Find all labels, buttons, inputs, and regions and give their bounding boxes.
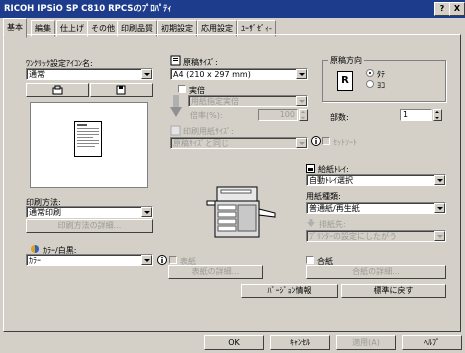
one-click-open-button[interactable] (26, 83, 89, 97)
paper-type-value: 普通紙/再生紙 (309, 204, 360, 213)
preview-area (30, 102, 148, 188)
print-paper-size-select[interactable]: 原稿ｻｲｽﾞと同じ (170, 137, 308, 149)
actual-size-select[interactable]: 用紙指定実倍 (188, 95, 308, 107)
actual-size-checkbox[interactable] (178, 85, 186, 93)
slip-sheet-detail-button[interactable]: 合紙の詳細... (306, 265, 446, 279)
one-click-value: 通常 (29, 70, 45, 79)
one-click-select[interactable]: 通常 (26, 68, 153, 80)
collate-label: ｾｯﾄｿｰﾄ (333, 138, 357, 147)
paper-type-select[interactable]: 普通紙/再生紙 (306, 202, 446, 214)
landscape-radio[interactable] (366, 80, 374, 88)
print-paper-size-value: 原稿ｻｲｽﾞと同じ (173, 139, 229, 148)
print-method-detail-button[interactable]: 印刷方法の詳細... (26, 219, 153, 233)
ok-button[interactable]: OK (204, 335, 264, 350)
print-method-select[interactable]: 通常印刷 (26, 206, 153, 218)
title-bar: RICOH IPSiO SP C810 RPCSのﾌﾟﾛﾊﾟﾃｨ ? X (0, 0, 465, 18)
scale-label: 倍率(%): (190, 111, 223, 120)
slip-sheet-checkbox[interactable] (306, 256, 314, 264)
close-title-button[interactable]: X (449, 2, 465, 16)
orientation-preview-icon: R (337, 71, 353, 91)
paper-size-select[interactable]: A4 (210 x 297 mm) (170, 68, 308, 80)
cover-info-icon (157, 255, 167, 265)
open-icon (52, 85, 63, 95)
tray-select[interactable]: 自動ﾄﾚｲ選択 (306, 174, 446, 186)
print-paper-icon (170, 125, 181, 136)
scale-input[interactable]: 100 (258, 109, 298, 121)
paper-size-icon (170, 55, 181, 66)
landscape-label: ﾖｺ (377, 81, 385, 90)
cancel-button[interactable]: ｷｬﾝｾﾙ (270, 335, 330, 350)
copies-input[interactable]: 1 (400, 109, 432, 121)
version-info-button[interactable]: ﾊﾞｰｼﾞｮﾝ情報 (241, 284, 338, 298)
collate-checkbox[interactable] (322, 137, 330, 145)
output-label: 排紙先: (319, 220, 346, 229)
tray-icon (306, 164, 315, 173)
one-click-save-button[interactable] (90, 83, 153, 97)
page-preview-icon (74, 121, 102, 157)
output-icon (307, 219, 315, 227)
orientation-label: 原稿方向 (328, 55, 364, 66)
actual-size-value: 用紙指定実倍 (191, 97, 239, 106)
printer-illustration (206, 186, 276, 238)
save-icon (116, 85, 126, 95)
info-icon (311, 136, 321, 146)
help-button[interactable]: ﾍﾙﾌﾟ (402, 335, 462, 350)
scale-arrow-icon (170, 95, 182, 117)
paper-type-label: 用紙種類: (306, 192, 341, 201)
portrait-label: ﾀﾃ (377, 70, 385, 79)
color-select[interactable]: ｶﾗｰ (26, 254, 153, 266)
scale-spinner[interactable] (299, 109, 308, 121)
cover-detail-button[interactable]: 表紙の詳細... (168, 265, 263, 279)
tray-value: 自動ﾄﾚｲ選択 (309, 176, 353, 185)
window-title: RICOH IPSiO SP C810 RPCSのﾌﾟﾛﾊﾟﾃｨ (4, 4, 172, 14)
copies-label: 部数: (330, 113, 349, 122)
color-value: ｶﾗｰ (29, 256, 41, 265)
portrait-radio[interactable] (366, 69, 374, 77)
copies-spinner[interactable] (433, 109, 442, 121)
restore-defaults-button[interactable]: 標準に戻す (341, 284, 446, 298)
help-title-button[interactable]: ? (434, 2, 450, 16)
print-paper-size-label: 印刷用紙ｻｲｽﾞ: (183, 127, 234, 136)
color-icon (31, 245, 39, 253)
cover-checkbox[interactable] (169, 256, 177, 264)
print-method-value: 通常印刷 (29, 208, 61, 217)
paper-size-value: A4 (210 x 297 mm) (173, 70, 251, 79)
output-select[interactable]: ﾌﾟﾘﾝﾀｰの設定にしたがう (306, 230, 446, 242)
apply-button[interactable]: 適用(A) (336, 335, 396, 350)
output-value: ﾌﾟﾘﾝﾀｰの設定にしたがう (309, 232, 397, 241)
tab-basic[interactable]: 基本 (3, 18, 27, 38)
paper-size-label: 原稿ｻｲｽﾞ: (183, 58, 218, 67)
